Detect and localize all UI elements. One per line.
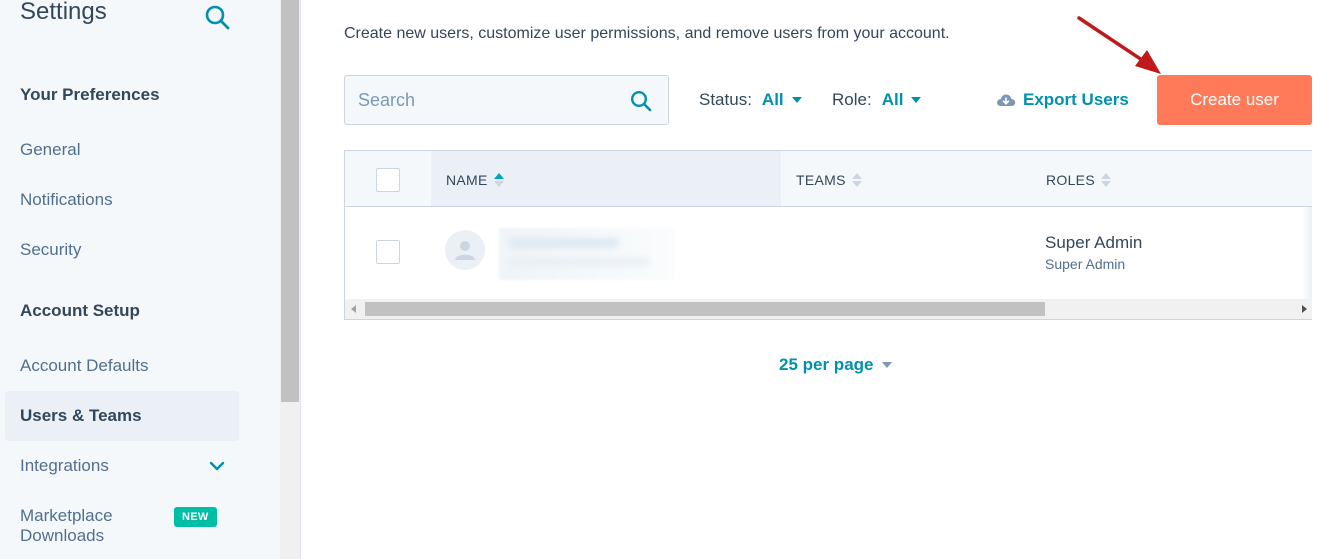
role-filter-label: Role: (832, 90, 872, 109)
sidebar-item-label: Users & Teams (20, 406, 142, 425)
user-role: Super Admin (1045, 233, 1143, 252)
sidebar-title: Settings (20, 0, 107, 25)
sidebar-scrollbar-thumb[interactable] (281, 0, 299, 402)
caret-down-icon[interactable] (881, 362, 892, 368)
redacted-user-name[interactable] (499, 228, 674, 280)
user-search[interactable] (344, 75, 669, 125)
chevron-down-icon[interactable] (209, 458, 225, 474)
annotation-arrow-icon (1077, 16, 1161, 74)
section-account-setup: Account Setup (20, 301, 140, 320)
sort-icon[interactable] (1100, 173, 1111, 187)
sidebar-item-users-teams[interactable]: Users & Teams (5, 391, 239, 441)
create-user-button[interactable]: Create user (1157, 75, 1312, 125)
sidebar-item-security[interactable]: Security (5, 225, 239, 275)
sidebar-item-label: Notifications (20, 190, 113, 209)
sidebar-item-label: Security (20, 240, 82, 259)
column-header-name[interactable]: NAME (446, 172, 504, 188)
sidebar-item-label: Marketplace Downloads (20, 506, 113, 546)
column-header-label: ROLES (1046, 172, 1095, 188)
user-avatar-icon (455, 241, 475, 260)
users-table: NAME TEAMS ROLES Super Admin Super Admin (344, 150, 1312, 320)
sort-icon[interactable] (493, 173, 504, 187)
row-checkbox[interactable] (376, 240, 400, 264)
status-filter-label: Status: (699, 90, 752, 109)
new-badge: NEW (174, 507, 217, 527)
section-your-preferences: Your Preferences (20, 85, 160, 104)
column-header-label: NAME (446, 172, 488, 188)
caret-down-icon[interactable] (791, 97, 802, 103)
search-icon[interactable] (630, 90, 652, 112)
caret-down-icon[interactable] (911, 97, 922, 103)
search-input[interactable] (345, 76, 605, 124)
sidebar-item-account-defaults[interactable]: Account Defaults (5, 341, 239, 391)
status-filter[interactable]: Status: All (699, 90, 802, 110)
table-overflow-fade (1302, 207, 1312, 299)
role-filter[interactable]: Role: All (832, 90, 922, 110)
sidebar-item-notifications[interactable]: Notifications (5, 175, 239, 225)
search-icon[interactable] (204, 4, 230, 30)
sort-icon[interactable] (851, 173, 862, 187)
page-description: Create new users, customize user permiss… (344, 25, 950, 42)
scroll-right-arrow-icon[interactable] (1302, 305, 1307, 313)
user-role-sub: Super Admin (1045, 256, 1126, 272)
settings-sidebar: Settings Your Preferences General Notifi… (0, 0, 280, 559)
status-filter-value[interactable]: All (762, 90, 784, 110)
sidebar-item-integrations[interactable]: Integrations (5, 441, 239, 491)
export-users-label: Export Users (1023, 90, 1129, 109)
table-header: NAME TEAMS ROLES (345, 151, 1312, 207)
per-page-select[interactable]: 25 per page (779, 355, 892, 375)
column-header-label: TEAMS (796, 172, 846, 188)
column-header-roles[interactable]: ROLES (1046, 172, 1111, 188)
avatar (445, 230, 485, 270)
sidebar-item-general[interactable]: General (5, 125, 239, 175)
select-all-checkbox[interactable] (376, 168, 400, 192)
per-page-label: 25 per page (779, 355, 874, 374)
sidebar-item-label-line1: Marketplace (20, 506, 113, 525)
sidebar-item-label: Integrations (20, 456, 109, 475)
sidebar-item-label: General (20, 140, 81, 159)
scroll-left-arrow-icon[interactable] (351, 305, 356, 313)
column-header-teams[interactable]: TEAMS (796, 172, 862, 188)
role-filter-value[interactable]: All (882, 90, 904, 110)
table-horizontal-scrollbar[interactable] (345, 299, 1312, 319)
divider (300, 0, 301, 559)
scrollbar-thumb[interactable] (365, 302, 1045, 316)
export-users-button[interactable]: Export Users (996, 90, 1129, 110)
sidebar-item-label-line2: Downloads (20, 526, 105, 545)
sidebar-item-label: Account Defaults (20, 356, 149, 375)
cloud-download-icon (997, 94, 1016, 106)
